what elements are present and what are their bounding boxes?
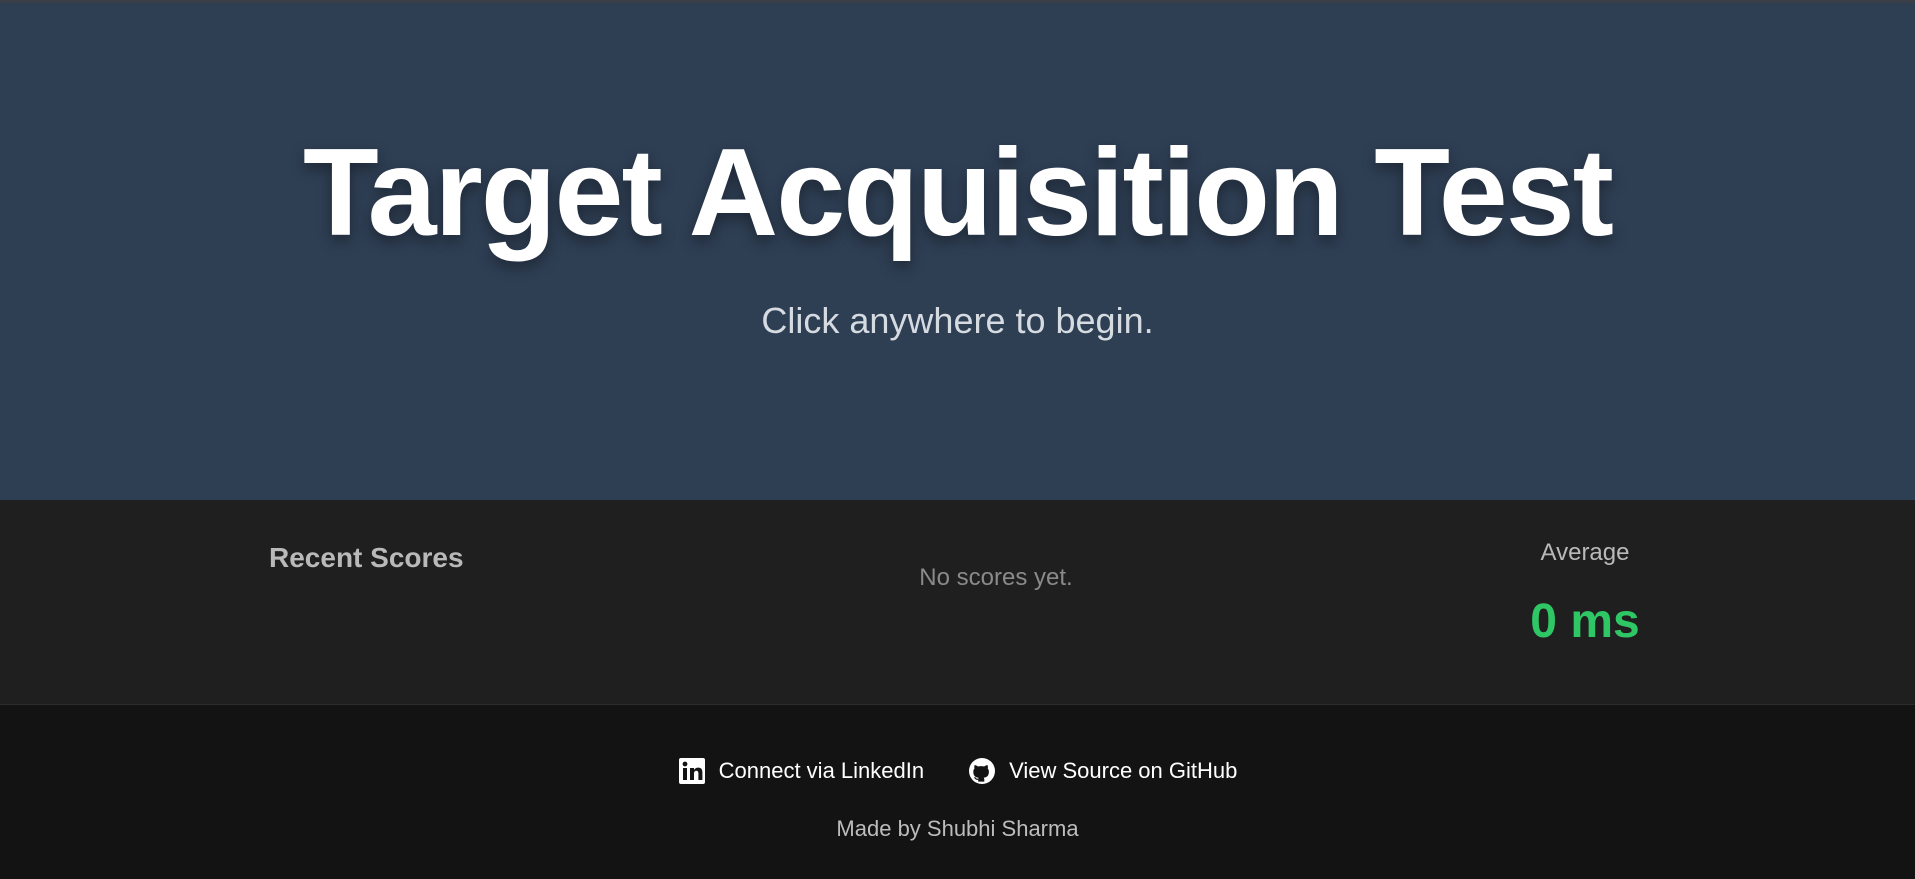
github-icon [968,757,996,785]
linkedin-link-label: Connect via LinkedIn [718,758,925,783]
start-instruction: Click anywhere to begin. [761,300,1154,341]
start-area[interactable]: Target Acquisition Test Click anywhere t… [0,3,1915,500]
page-title: Target Acquisition Test [303,124,1614,262]
linkedin-icon [678,757,706,785]
average-label: Average [1540,539,1630,566]
average-value: 0 ms [1530,595,1640,648]
author-credit: Made by Shubhi Sharma [836,816,1079,841]
footer: Connect via LinkedIn View Source on GitH… [0,706,1915,879]
github-link-label: View Source on GitHub [1009,758,1238,783]
footer-links: Connect via LinkedIn View Source on GitH… [0,756,1915,786]
linkedin-link[interactable]: Connect via LinkedIn [678,756,924,786]
scores-panel: Recent Scores No scores yet. Average 0 m… [0,500,1915,705]
github-link[interactable]: View Source on GitHub [968,756,1237,786]
average-panel: Average 0 ms [1485,536,1685,650]
